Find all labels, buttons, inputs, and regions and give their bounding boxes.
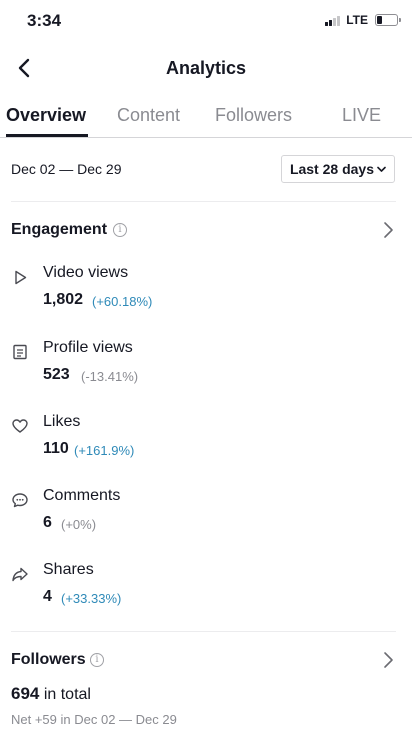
metric-value: 1,802	[43, 291, 84, 308]
engagement-header[interactable]: Engagement i	[0, 216, 412, 246]
divider	[11, 201, 396, 202]
period-dropdown-label: Last 28 days	[289, 161, 374, 177]
info-icon[interactable]: i	[90, 653, 104, 667]
active-tab-indicator	[6, 134, 88, 137]
metric-comments: Comments 6 (+0%)	[0, 487, 412, 547]
followers-title: Followers	[11, 651, 86, 668]
tab-followers[interactable]: Followers	[215, 105, 292, 126]
metric-change: (+0%)	[61, 517, 97, 532]
play-icon	[15, 270, 27, 285]
metric-label: Likes	[43, 413, 81, 430]
metric-change: (+161.9%)	[74, 443, 135, 458]
tab-live[interactable]: LIVE	[342, 105, 381, 126]
metric-profile-views: Profile views 523 (-13.41%)	[0, 339, 412, 399]
date-range: Dec 02 — Dec 29	[11, 161, 122, 177]
followers-header[interactable]: Followers i	[0, 646, 412, 676]
status-time: 3:34	[27, 11, 62, 30]
metric-label: Profile views	[43, 339, 133, 356]
metric-label: Video views	[43, 264, 129, 281]
comment-icon	[12, 493, 28, 508]
status-indicators: LTE	[325, 13, 401, 27]
network-type: LTE	[346, 13, 368, 27]
followers-count: 694	[11, 684, 40, 703]
engagement-title: Engagement	[11, 221, 108, 238]
date-filter-row: Dec 02 — Dec 29 Last 28 days	[0, 150, 412, 188]
metric-likes: Likes 110 (+161.9%)	[0, 413, 412, 473]
chevron-down-icon	[377, 166, 386, 172]
metric-shares: Shares 4 (+33.33%)	[0, 561, 412, 621]
followers-total-suffix: in total	[43, 686, 91, 703]
page-title: Analytics	[165, 58, 247, 78]
period-dropdown[interactable]: Last 28 days	[280, 155, 395, 183]
heart-icon	[12, 419, 28, 433]
chevron-right-icon[interactable]	[378, 220, 398, 240]
nav-bar: Analytics	[0, 44, 412, 92]
metric-value: 110	[43, 440, 69, 457]
metric-change: (+60.18%)	[92, 294, 153, 309]
metric-value: 4	[43, 588, 52, 605]
metric-value: 6	[43, 514, 52, 531]
share-icon	[12, 567, 28, 582]
metric-video-views: Video views 1,802 (+60.18%)	[0, 264, 412, 324]
metric-label: Shares	[43, 561, 94, 578]
tab-bar: Overview Content Followers LIVE	[0, 96, 412, 138]
chevron-right-icon[interactable]	[378, 650, 398, 670]
metric-value: 523	[43, 366, 70, 383]
metric-change: (-13.41%)	[81, 369, 139, 384]
followers-net-change: Net +59 in Dec 02 — Dec 29	[11, 712, 177, 727]
metric-label: Comments	[43, 487, 121, 504]
status-bar: 3:34 LTE	[0, 0, 412, 44]
profile-icon	[13, 344, 27, 360]
tab-overview[interactable]: Overview	[6, 105, 86, 126]
signal-icon	[325, 15, 341, 26]
metric-change: (+33.33%)	[61, 591, 122, 606]
divider	[11, 631, 396, 632]
tab-content[interactable]: Content	[117, 105, 180, 126]
info-icon[interactable]: i	[113, 223, 127, 237]
followers-total: 694 in total	[11, 684, 91, 704]
battery-icon	[375, 14, 401, 26]
